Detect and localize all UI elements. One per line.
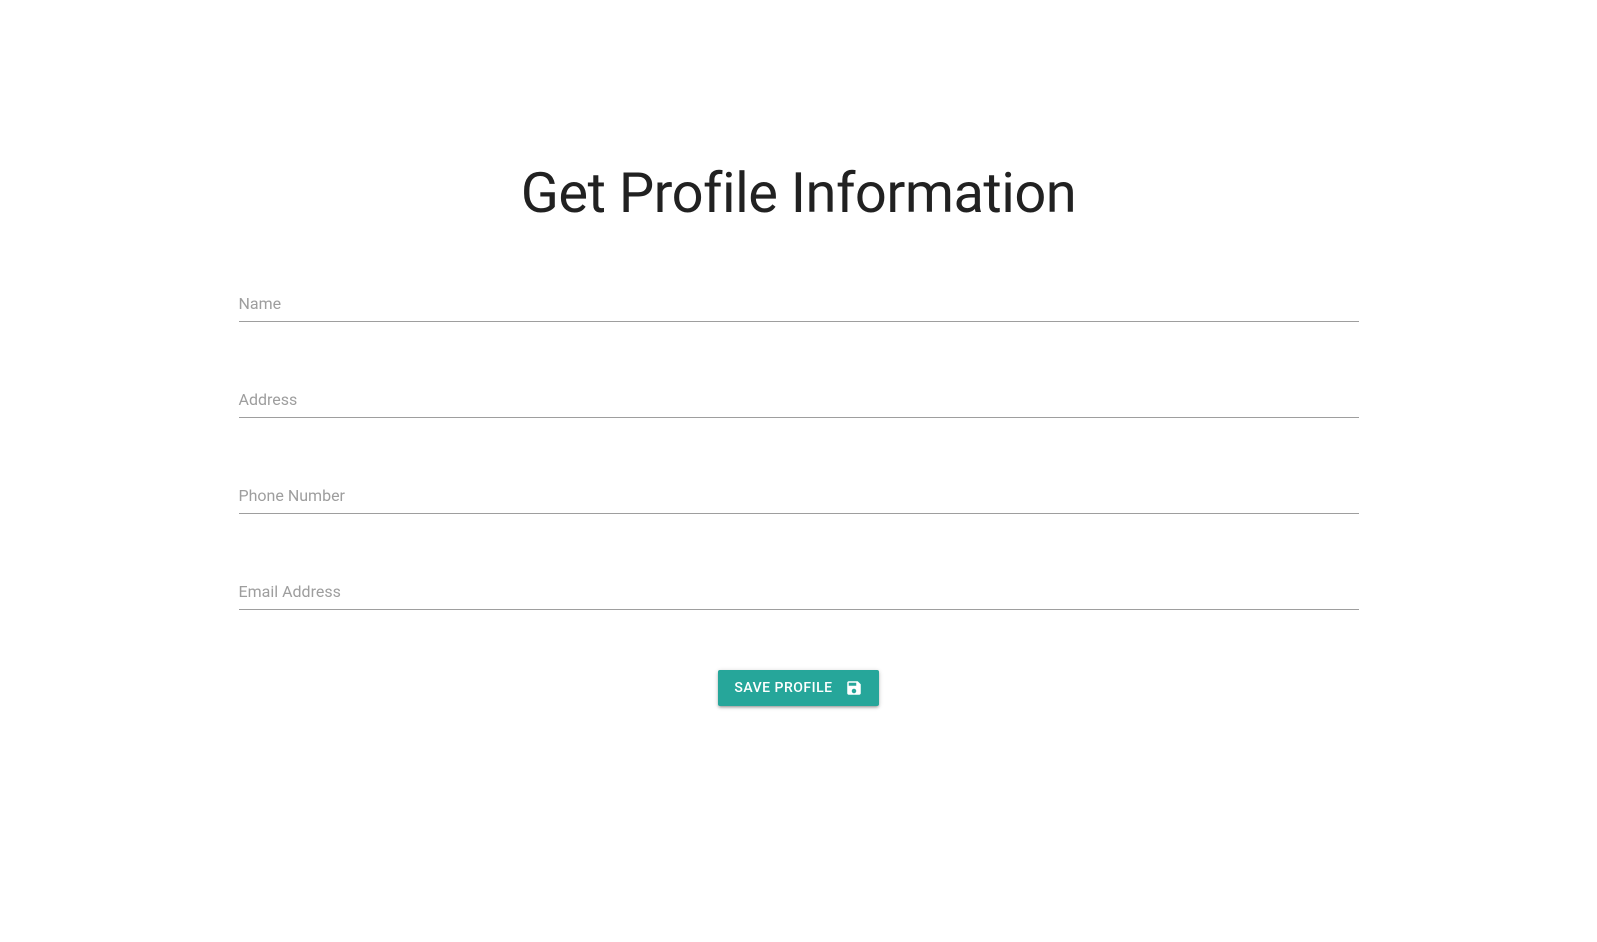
save-icon: [845, 679, 863, 697]
name-field-wrapper: Name: [239, 286, 1359, 322]
phone-field-wrapper: Phone Number: [239, 478, 1359, 514]
address-input[interactable]: [239, 382, 1359, 418]
button-row: Save Profile: [239, 670, 1359, 706]
save-button-label: Save Profile: [734, 680, 832, 696]
profile-form-container: Get Profile Information Name Address Pho…: [239, 0, 1359, 706]
page-title: Get Profile Information: [239, 160, 1359, 226]
email-input[interactable]: [239, 574, 1359, 610]
name-input[interactable]: [239, 286, 1359, 322]
email-field-wrapper: Email Address: [239, 574, 1359, 610]
phone-input[interactable]: [239, 478, 1359, 514]
save-profile-button[interactable]: Save Profile: [718, 670, 878, 706]
address-field-wrapper: Address: [239, 382, 1359, 418]
